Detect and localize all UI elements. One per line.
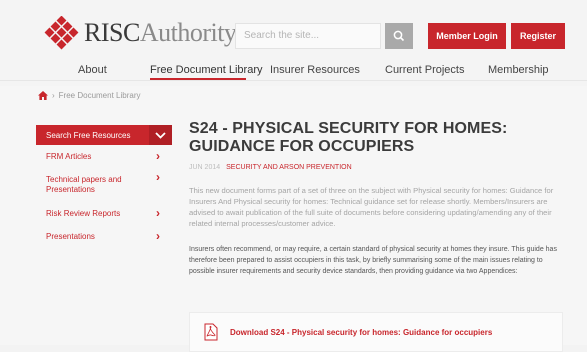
- nav-divider: [0, 80, 587, 81]
- nav-about[interactable]: About: [78, 64, 107, 76]
- document-date: JUN 2014: [189, 164, 221, 171]
- sidebar-item-frm-articles[interactable]: FRM Articles ›: [36, 149, 172, 170]
- chevron-right-icon: ›: [156, 229, 160, 243]
- site-logo[interactable]: RISCAuthority: [44, 16, 237, 50]
- nav-insurer-resources[interactable]: Insurer Resources: [270, 64, 360, 76]
- sidebar: Search Free Resources FRM Articles › Tec…: [36, 125, 172, 250]
- breadcrumb: › Free Document Library: [38, 91, 140, 100]
- document-body: Insurers often recommend, or may require…: [189, 246, 557, 275]
- sidebar-search-free-resources[interactable]: Search Free Resources: [36, 125, 172, 145]
- chevron-right-icon: ›: [156, 206, 160, 220]
- page-title: S24 - PHYSICAL SECURITY FOR HOMES: GUIDA…: [189, 120, 508, 155]
- breadcrumb-current[interactable]: Free Document Library: [59, 91, 141, 100]
- sidebar-item-presentations[interactable]: Presentations ›: [36, 229, 172, 250]
- home-icon[interactable]: [38, 91, 48, 100]
- download-box[interactable]: Download S24 - Physical security for hom…: [189, 312, 563, 352]
- nav-current-projects[interactable]: Current Projects: [385, 64, 464, 76]
- nav-membership[interactable]: Membership: [488, 64, 549, 76]
- nav-active-indicator: [150, 78, 246, 80]
- chevron-right-icon: ›: [156, 170, 160, 184]
- download-link[interactable]: Download S24 - Physical security for hom…: [230, 328, 492, 337]
- chevron-right-icon: ›: [156, 149, 160, 163]
- document-category[interactable]: SECURITY AND ARSON PREVENTION: [226, 164, 352, 171]
- logo-text-risc: RISC: [84, 18, 140, 47]
- sidebar-item-label: FRM Articles: [46, 152, 92, 161]
- sidebar-header-label: Search Free Resources: [46, 131, 131, 140]
- search-icon: [393, 30, 405, 42]
- sidebar-item-technical-papers[interactable]: Technical papers and Presentations ›: [36, 170, 172, 205]
- chevron-down-icon[interactable]: [149, 125, 172, 145]
- logo-mark-icon: [44, 16, 79, 50]
- search-input[interactable]: Search the site...: [235, 23, 381, 49]
- breadcrumb-separator: ›: [52, 91, 55, 100]
- document-intro: This new document forms part of a set of…: [189, 186, 554, 228]
- pdf-icon: [204, 323, 218, 341]
- sidebar-item-label: Technical papers and: [46, 175, 122, 184]
- nav-free-document-library[interactable]: Free Document Library: [150, 64, 263, 76]
- logo-text: RISCAuthority: [84, 18, 237, 48]
- sidebar-item-risk-review-reports[interactable]: Risk Review Reports ›: [36, 206, 172, 227]
- logo-text-authority: Authority: [139, 18, 237, 47]
- sidebar-item-label: Risk Review Reports: [46, 209, 121, 218]
- register-button[interactable]: Register: [511, 23, 565, 49]
- member-login-button[interactable]: Member Login: [428, 23, 506, 49]
- document-meta: JUN 2014 SECURITY AND ARSON PREVENTION: [189, 164, 352, 171]
- sidebar-item-label-line2: Presentations: [46, 185, 95, 194]
- page: RISCAuthority Search the site... Member …: [0, 0, 587, 352]
- search-button[interactable]: [385, 23, 413, 49]
- sidebar-item-label: Presentations: [46, 232, 95, 241]
